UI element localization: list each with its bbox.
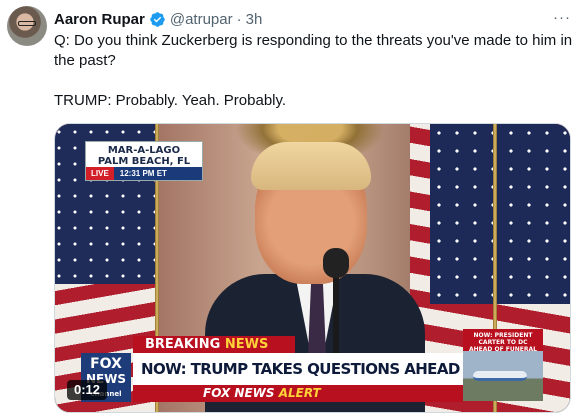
location-line-2: PALM BEACH, FL [97,156,191,167]
tweet-question: Q: Do you think Zuckerberg is responding… [54,32,573,69]
more-options-icon[interactable]: ··· [553,9,571,26]
author-handle[interactable]: @atrupar [170,11,233,28]
live-badge: LIVE [86,167,114,180]
avatar-glasses [18,21,36,26]
side-news-box: NOW: PRESIDENT CARTER TO DC AHEAD OF FUN… [463,329,543,401]
microphone [323,248,349,278]
tweet-header: Aaron Rupar @atrupar · 3h ··· [54,9,571,29]
video-player[interactable]: MAR-A-LAGO PALM BEACH, FL LIVE 12:31 PM … [54,123,571,413]
alert-word: ALERT [278,386,321,400]
headline-chyron: NOW: TRUMP TAKES QUESTIONS AHEAD OF SECO… [133,353,463,385]
alert-prefix: FOX NEWS [203,386,275,400]
live-time: 12:31 PM ET [119,169,167,178]
author-name[interactable]: Aaron Rupar [54,11,145,28]
author-avatar[interactable] [7,6,47,46]
tweet-text: Q: Do you think Zuckerberg is responding… [54,31,574,111]
side-thumbnail [463,351,543,401]
location-line-1: MAR-A-LAGO [107,145,181,156]
fox-logo-line-1: FOX [90,356,122,372]
header-separator: · [236,10,242,28]
breaking-news-banner: BREAKING NEWS [133,336,295,353]
breaking-label: BREAKING [145,337,221,352]
speaker-hair [251,142,371,190]
tweet-timestamp[interactable]: 3h [246,11,263,28]
verified-badge-icon [149,11,166,28]
breaking-news-word: NEWS [224,337,269,352]
airplane-icon [473,371,527,381]
tweet-answer: TRUMP: Probably. Yeah. Probably. [54,92,287,109]
location-chyron: MAR-A-LAGO PALM BEACH, FL LIVE 12:31 PM … [85,141,203,181]
live-row: LIVE 12:31 PM ET [86,167,202,180]
fox-news-alert-bar: FOX NEWS ALERT [133,385,463,402]
video-duration: 0:12 [67,380,108,400]
